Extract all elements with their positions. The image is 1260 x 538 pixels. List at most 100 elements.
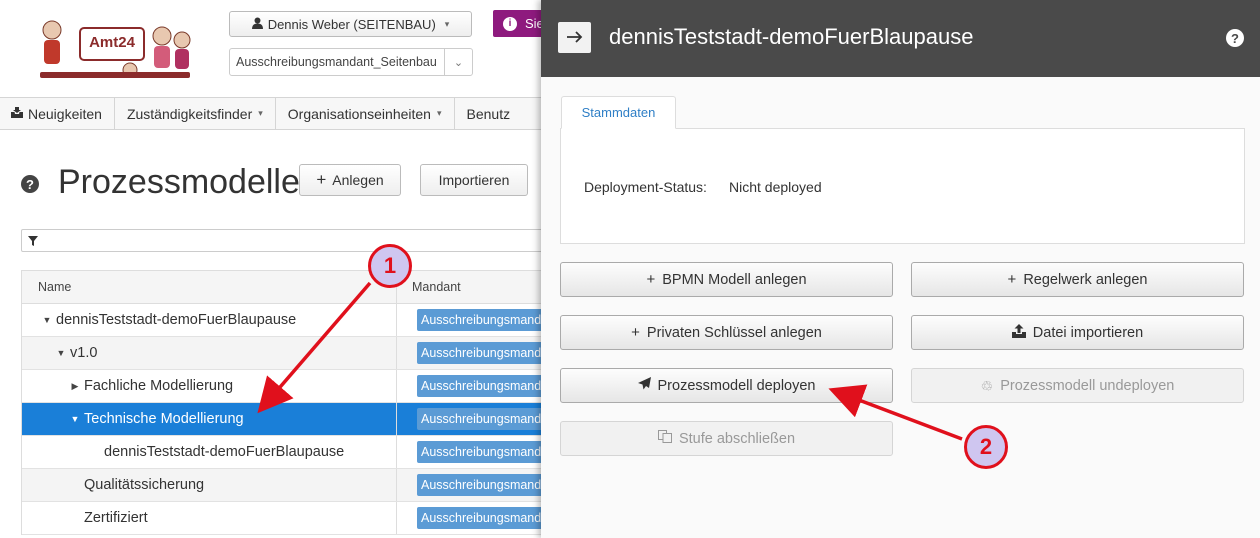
tab-stammdaten[interactable]: Stammdaten xyxy=(561,96,676,129)
annotation-marker-2: 2 xyxy=(964,425,1008,469)
button-label: Prozessmodell undeployen xyxy=(1000,377,1175,394)
row-name: dennisTeststadt-demoFuerBlaupause xyxy=(104,444,345,460)
mandant-badge: Ausschreibungsmandant_Seitenbau xyxy=(417,375,560,397)
panel-header: dennisTeststadt-demoFuerBlaupause ? xyxy=(541,0,1260,77)
nav-item-benutzer[interactable]: Benutz xyxy=(455,98,523,129)
table-row[interactable]: ▼ Technische Modellierung Ausschreibungsma… xyxy=(22,403,560,436)
name-cell: Zertifiziert xyxy=(22,502,397,534)
nav-item-organisationseinheiten[interactable]: Organisationseinheiten ▾ xyxy=(276,98,455,129)
table-row[interactable]: Zertifiziert Ausschreibungsmandant_Seiten… xyxy=(22,502,560,535)
help-icon[interactable]: ? xyxy=(21,175,39,193)
user-menu-button[interactable]: Dennis Weber (SEITENBAU) ▾ xyxy=(229,11,472,37)
row-name: Zertifiziert xyxy=(84,510,148,526)
button-label: Regelwerk anlegen xyxy=(1023,271,1148,288)
mandant-badge: Ausschreibungsmandant_Seitenbau xyxy=(417,507,560,529)
column-header-name[interactable]: Name xyxy=(22,271,397,303)
nav-item-zustaendigkeitsfinder[interactable]: Zuständigkeitsfinder ▾ xyxy=(115,98,276,129)
row-name: Fachliche Modellierung xyxy=(84,378,234,394)
user-name: Dennis Weber (SEITENBAU) xyxy=(267,16,436,32)
button-label: Datei importieren xyxy=(1032,324,1144,341)
nav-item-label: Neuigkeiten xyxy=(28,105,102,122)
mandant-badge: Ausschreibungsmandant_Seitenbau xyxy=(417,474,560,496)
table-row[interactable]: dennisTeststadt-demoFuerBlaupause Ausschr… xyxy=(22,436,560,469)
detail-panel: dennisTeststadt-demoFuerBlaupause ? Stam… xyxy=(541,0,1260,538)
row-name: Qualitätssicherung xyxy=(84,477,205,493)
filter-input[interactable] xyxy=(21,229,561,252)
privaten-schluessel-anlegen-button[interactable]: + Privaten Schlüssel anlegen xyxy=(560,315,893,350)
annotation-marker-1: 1 xyxy=(368,244,412,288)
caret-down-icon[interactable]: ▼ xyxy=(68,414,82,424)
plus-icon: + xyxy=(646,271,656,288)
mandant-badge: Ausschreibungsmandant_Seitenbau xyxy=(417,309,560,331)
chevron-down-icon: ▾ xyxy=(436,108,442,118)
mandant-badge: Ausschreibungsmandant_Seitenbau xyxy=(417,342,560,364)
caret-down-icon[interactable]: ▼ xyxy=(40,315,54,325)
deployment-status-label: Deployment-Status: xyxy=(584,179,707,195)
table-row[interactable]: ▼ dennisTeststadt-demoFuerBlaupause Aussch… xyxy=(22,304,560,337)
row-name: dennisTeststadt-demoFuerBlaupause xyxy=(56,312,297,328)
nav-item-label: Zuständigkeitsfinder xyxy=(126,105,253,122)
upload-icon xyxy=(1011,323,1026,342)
table-row[interactable]: Qualitätssicherung Ausschreibungsmandant_… xyxy=(22,469,560,502)
importieren-button[interactable]: Importieren xyxy=(420,164,528,196)
close-panel-button[interactable] xyxy=(558,22,591,53)
caret-right-icon[interactable]: ▶ xyxy=(68,381,82,392)
bpmn-modell-anlegen-button[interactable]: + BPMN Modell anlegen xyxy=(560,262,893,297)
nav-item-label: Benutz xyxy=(466,105,511,122)
process-model-tree-grid: Name Mandant ▼ dennisTeststadt-demoFuerBl… xyxy=(21,270,561,535)
table-row[interactable]: ▶ Fachliche Modellierung Ausschreibungsman… xyxy=(22,370,560,403)
filter-icon xyxy=(28,233,38,249)
grid-body: ▼ dennisTeststadt-demoFuerBlaupause Aussch… xyxy=(22,304,560,535)
logo-text: Amt24 xyxy=(89,34,136,51)
plus-icon: + xyxy=(631,324,640,341)
help-icon[interactable]: ? xyxy=(1226,29,1244,47)
main-navigation: Neuigkeiten Zuständigkeitsfinder ▾ Organ… xyxy=(0,97,560,130)
prozessmodell-undeployen-button[interactable]: ♲ Prozessmodell undeployen xyxy=(911,368,1244,403)
anlegen-label: Anlegen xyxy=(332,172,384,188)
name-cell: Qualitätssicherung xyxy=(22,469,397,501)
paper-plane-icon xyxy=(637,377,651,394)
name-cell: ▼ v1.0 xyxy=(22,337,397,369)
row-name: Technische Modellierung xyxy=(84,411,244,427)
inbox-icon xyxy=(10,106,24,122)
panel-title: dennisTeststadt-demoFuerBlaupause xyxy=(609,24,974,49)
prozessmodell-deployen-button[interactable]: Prozessmodell deployen xyxy=(560,368,893,403)
mandant-cell: Ausschreibungsmandant_Seitenbau xyxy=(397,370,560,402)
stufe-abschliessen-button[interactable]: Stufe abschließen xyxy=(560,421,893,456)
button-label: Prozessmodell deployen xyxy=(657,377,816,394)
button-label: BPMN Modell anlegen xyxy=(662,271,807,288)
nav-item-neuigkeiten[interactable]: Neuigkeiten xyxy=(0,98,115,129)
mandant-cell: Ausschreibungsmandant_Seitenbau xyxy=(397,436,560,468)
mandant-select-value: Ausschreibungsmandant_Seitenbau xyxy=(236,55,437,69)
name-cell: ▼ Technische Modellierung xyxy=(22,403,397,435)
anlegen-button[interactable]: + Anlegen xyxy=(299,164,401,196)
name-cell: ▼ dennisTeststadt-demoFuerBlaupause xyxy=(22,304,397,336)
caret-down-icon[interactable]: ▼ xyxy=(54,348,68,358)
name-cell: dennisTeststadt-demoFuerBlaupause xyxy=(22,436,397,468)
amt24-logo: Amt24 xyxy=(30,14,200,86)
chevron-down-icon: ⌄ xyxy=(444,49,472,75)
mandant-cell: Ausschreibungsmandant_Seitenbau xyxy=(397,337,560,369)
row-name: v1.0 xyxy=(70,345,98,361)
table-row[interactable]: ▼v1.0 Ausschreibungsmandant_Seitenbau xyxy=(22,337,560,370)
mandant-cell: Ausschreibungsmandant_Seitenbau xyxy=(397,469,560,501)
recycle-icon: ♲ xyxy=(980,377,994,394)
button-label: Stufe abschließen xyxy=(678,430,796,447)
mandant-cell: Ausschreibungsmandant_Seitenbau xyxy=(397,403,560,435)
regelwerk-anlegen-button[interactable]: + Regelwerk anlegen xyxy=(911,262,1244,297)
arrow-right-icon xyxy=(566,28,583,48)
datei-importieren-button[interactable]: Datei importieren xyxy=(911,315,1244,350)
stammdaten-content: Deployment-Status: Nicht deployed xyxy=(560,128,1245,244)
nav-item-label: Organisationseinheiten xyxy=(287,105,431,122)
name-cell: ▶ Fachliche Modellierung xyxy=(22,370,397,402)
mandant-badge: Ausschreibungsmandant_Seitenbau xyxy=(417,441,560,463)
importieren-label: Importieren xyxy=(438,172,510,188)
plus-icon: + xyxy=(1007,271,1017,288)
mandant-select[interactable]: Ausschreibungsmandant_Seitenbau ⌄ xyxy=(229,48,473,76)
mandant-cell: Ausschreibungsmandant_Seitenbau xyxy=(397,304,560,336)
user-icon xyxy=(251,17,263,32)
chevron-down-icon: ▾ xyxy=(258,108,263,118)
mandant-badge: Ausschreibungsmandant_Seitenbau xyxy=(417,408,560,430)
plus-icon: + xyxy=(316,170,327,189)
button-label: Privaten Schlüssel anlegen xyxy=(646,324,822,341)
